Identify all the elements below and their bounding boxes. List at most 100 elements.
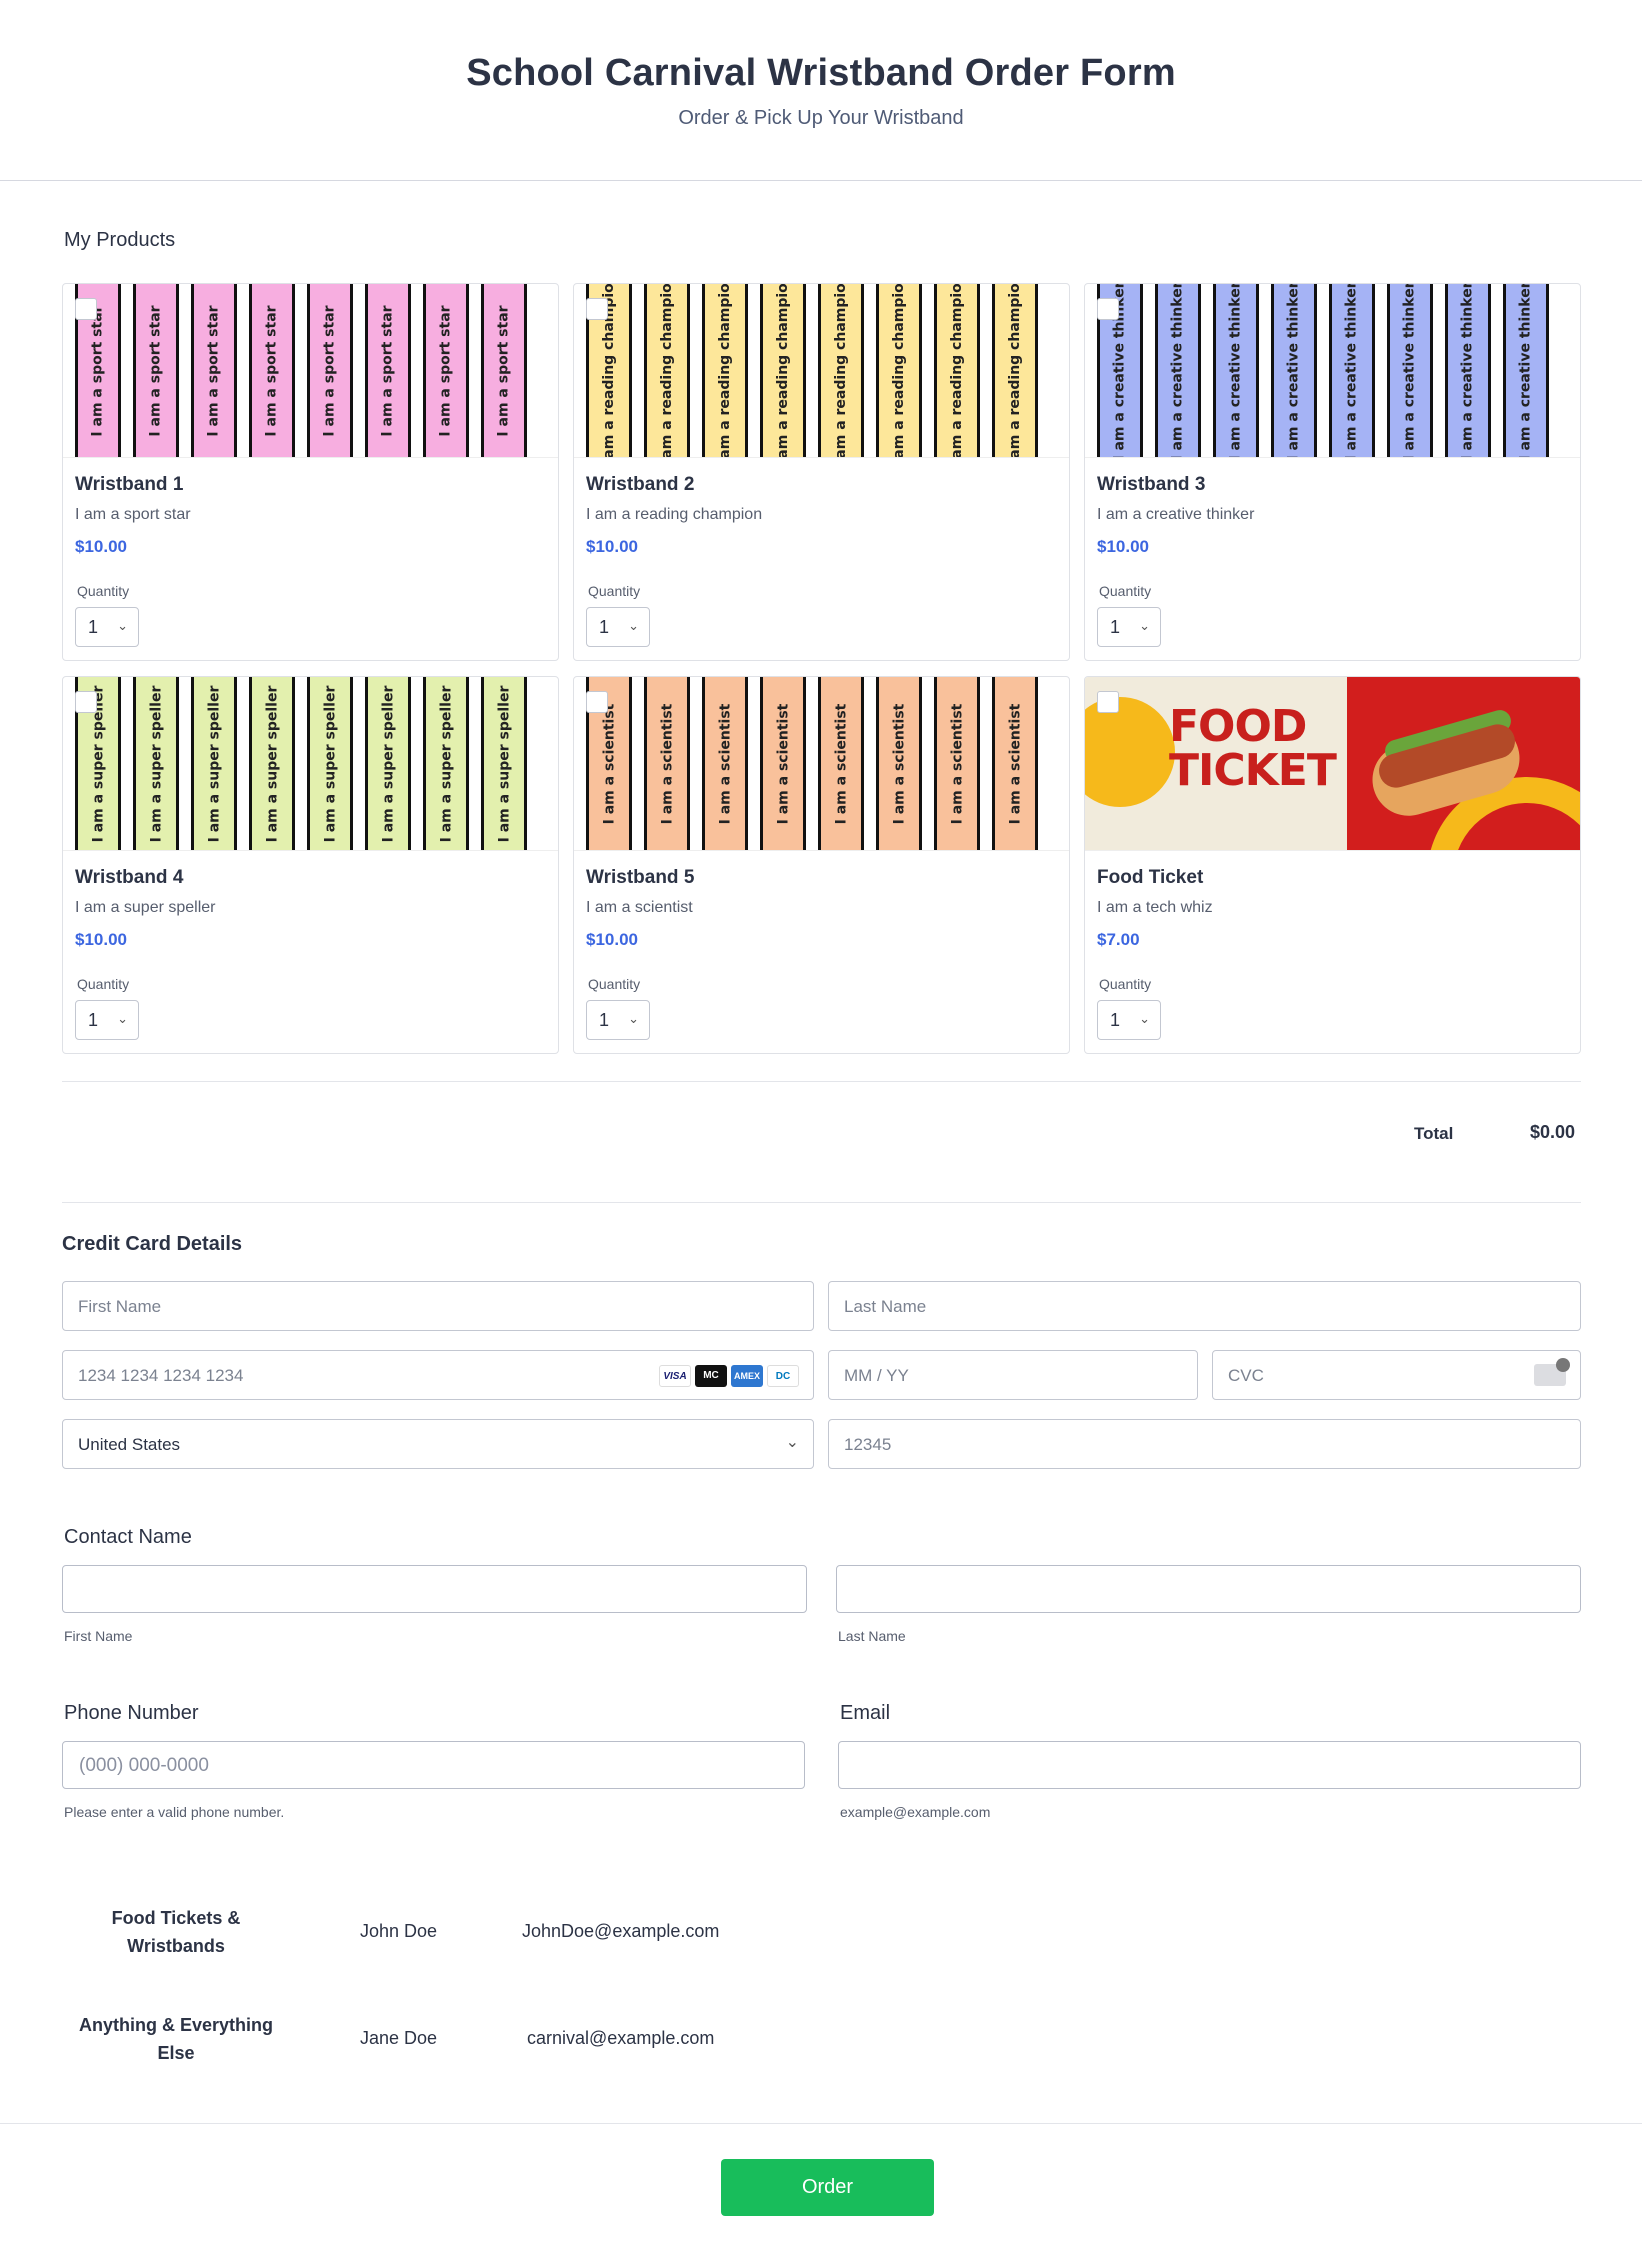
quantity-select[interactable]: 1 ⌄ (586, 607, 650, 647)
product-title: Wristband 5 (586, 867, 695, 888)
wristband-strip: I am a super speller (191, 677, 237, 850)
food-ticket-banner: FOOD TICKET (1169, 701, 1337, 796)
food-ticket-image: FOOD TICKET (1085, 677, 1580, 851)
product-checkbox[interactable] (1097, 691, 1119, 713)
wristband-strip: I am a sport star (249, 284, 295, 457)
product-description: I am a sport star (75, 506, 191, 523)
chevron-down-icon: ⌄ (117, 618, 128, 633)
product-price: $10.00 (75, 930, 127, 949)
chevron-down-icon: ⌄ (1139, 1011, 1150, 1026)
cvc-placeholder: CVC (1228, 1366, 1264, 1385)
form-header: School Carnival Wristband Order Form Ord… (0, 0, 1642, 181)
contact-name-label: Contact Name (64, 1526, 192, 1548)
product-grid: I am a sport star I am a sport star I am a… (62, 283, 1581, 1054)
wristband-strip: I am a creative thinker (1329, 284, 1375, 457)
quantity-select[interactable]: 1 ⌄ (75, 607, 139, 647)
form-title: School Carnival Wristband Order Form (466, 52, 1176, 94)
wristband-strip: I am a super speller (133, 677, 179, 850)
divider (62, 1202, 1581, 1203)
products-label: My Products (64, 229, 176, 251)
product-title: Wristband 1 (75, 474, 184, 495)
product-title: Wristband 3 (1097, 474, 1206, 495)
form-subtitle: Order & Pick Up Your Wristband (678, 107, 964, 129)
cvc-input[interactable]: CVC (1212, 1350, 1581, 1400)
wristband-strip: I am a super speller (481, 677, 527, 850)
cvc-card-icon (1534, 1358, 1570, 1386)
wristband-strip: I am a super speller (423, 677, 469, 850)
product-price: $10.00 (75, 537, 127, 556)
product-checkbox[interactable] (75, 298, 97, 320)
product-card[interactable]: I am a creative thinker I am a creative t… (1084, 283, 1581, 661)
card-number-input[interactable]: 1234 1234 1234 1234 VISA MC AMEX DC (62, 1350, 814, 1400)
wristband-strip: I am a sport star (365, 284, 411, 457)
quantity-select[interactable]: 1 ⌄ (75, 1000, 139, 1040)
product-description: I am a tech whiz (1097, 899, 1213, 916)
quantity-select[interactable]: 1 ⌄ (1097, 607, 1161, 647)
product-card[interactable]: I am a reading champion I am a reading ch… (573, 283, 1070, 661)
cc-first-name-input[interactable]: First Name (62, 1281, 814, 1331)
chevron-down-icon: ⌄ (785, 1434, 799, 1451)
wristband-strip: I am a creative thinker (1503, 284, 1549, 457)
email-hint: example@example.com (840, 1804, 991, 1820)
contact-topic: Anything & Everything Else (78, 2015, 273, 2063)
wristband-strip: I am a creative thinker (1155, 284, 1201, 457)
wristband-strip: I am a sport star (481, 284, 527, 457)
quantity-select[interactable]: 1 ⌄ (1097, 1000, 1161, 1040)
product-description: I am a super speller (75, 899, 216, 916)
amex-icon: AMEX (731, 1365, 763, 1387)
product-description: I am a creative thinker (1097, 506, 1255, 523)
wristband-strip: I am a sport star (423, 284, 469, 457)
card-number-placeholder: 1234 1234 1234 1234 (78, 1366, 244, 1385)
contact-person: Jane Doe (360, 2028, 438, 2048)
wristband-strip: I am a scientist (760, 677, 806, 850)
cc-last-name-input[interactable]: Last Name (828, 1281, 1581, 1331)
quantity-select[interactable]: 1 ⌄ (586, 1000, 650, 1040)
product-card[interactable]: FOOD TICKET Food Ticket I am a tech whiz… (1084, 676, 1581, 1054)
order-button[interactable]: Order (721, 2159, 934, 2216)
wristband-strip: I am a reading champion (760, 284, 806, 457)
quantity-label: Quantity (1099, 583, 1152, 599)
wristband-strip: I am a super speller (307, 677, 353, 850)
chevron-down-icon: ⌄ (117, 1011, 128, 1026)
wristband-strip: I am a reading champion (818, 284, 864, 457)
wristband-strip: I am a super speller (249, 677, 295, 850)
zip-input[interactable]: 12345 (828, 1419, 1581, 1469)
contact-last-name-input[interactable] (836, 1565, 1581, 1613)
product-title: Wristband 2 (586, 474, 695, 495)
wristband-strip: I am a reading champion (992, 284, 1038, 457)
chevron-down-icon: ⌄ (628, 618, 639, 633)
email-input[interactable] (838, 1741, 1581, 1789)
country-value: United States (78, 1435, 181, 1454)
phone-input[interactable]: (000) 000-0000 (62, 1741, 805, 1789)
country-select[interactable]: United States ⌄ (62, 1419, 814, 1469)
product-card[interactable]: I am a scientist I am a scientist I am a s… (573, 676, 1070, 1054)
wristband-strip: I am a scientist (934, 677, 980, 850)
phone-label: Phone Number (64, 1702, 199, 1724)
phone-hint: Please enter a valid phone number. (64, 1804, 285, 1820)
wristband-image: I am a super speller I am a super speller… (63, 677, 558, 851)
wristband-image: I am a sport star I am a sport star I am a… (63, 284, 558, 458)
quantity-label: Quantity (588, 583, 641, 599)
divider (62, 1081, 1581, 1082)
wristband-strip: I am a sport star (133, 284, 179, 457)
contact-email: JohnDoe@example.com (522, 1921, 720, 1941)
product-checkbox[interactable] (75, 691, 97, 713)
credit-card-title: Credit Card Details (62, 1233, 243, 1255)
quantity-value: 1 (1110, 617, 1121, 637)
wristband-strip: I am a creative thinker (1213, 284, 1259, 457)
product-card[interactable]: I am a sport star I am a sport star I am a… (62, 283, 559, 661)
wristband-strip: I am a reading champion (934, 284, 980, 457)
product-checkbox[interactable] (1097, 298, 1119, 320)
product-checkbox[interactable] (586, 298, 608, 320)
expiry-input[interactable]: MM / YY (828, 1350, 1198, 1400)
product-price: $10.00 (1097, 537, 1149, 556)
wristband-image: I am a creative thinker I am a creative t… (1085, 284, 1580, 458)
quantity-label: Quantity (77, 976, 130, 992)
product-checkbox[interactable] (586, 691, 608, 713)
product-card[interactable]: I am a super speller I am a super speller… (62, 676, 559, 1054)
wristband-strip: I am a reading champion (644, 284, 690, 457)
quantity-value: 1 (1110, 1010, 1121, 1030)
wristband-strip: I am a sport star (191, 284, 237, 457)
wristband-strip: I am a creative thinker (1445, 284, 1491, 457)
contact-first-name-input[interactable] (62, 1565, 807, 1613)
